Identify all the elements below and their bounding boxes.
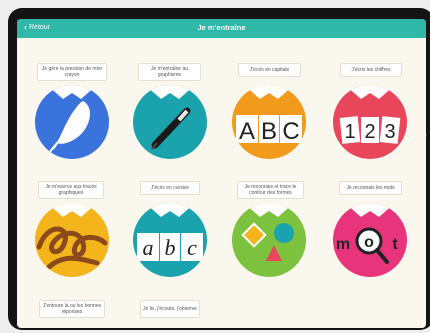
letter-C: C [282,118,299,145]
cursive-b: b [165,235,176,260]
digit-3: 3 [384,121,395,143]
digit-2: 2 [364,121,375,143]
activity-label-bonnes-reponses[interactable]: J'entoure la ou les bonnes réponses [39,300,105,318]
activity-label-chiffres: J'écris les chiffres [340,63,402,77]
activity-formes-button[interactable] [232,203,306,277]
activity-mots-button[interactable]: m o t [333,203,407,277]
rope-loops-icon [35,203,109,277]
magnifier-word-icon: m o t [333,203,407,277]
activity-pression-button[interactable] [35,85,109,159]
activity-label-lis-ecoute[interactable]: Je lis, j'écoute, j'observe [140,300,200,318]
cursive-c: c [187,235,197,260]
activity-label-cursive: J'écris en cursive [140,181,200,195]
activity-traces-button[interactable] [35,203,109,277]
activity-label-traces: Je m'exerce aux tracés graphiques [38,181,104,199]
feather-icon [35,85,109,159]
app-screen: ‹ Retour Je m'entraîne Je gère la pressi… [17,19,426,328]
pen-icon [133,85,207,159]
cursive-a: a [143,235,154,260]
page-title: Je m'entraîne [197,23,246,32]
letter-A: A [239,118,255,145]
activity-cursive-button[interactable]: a b c [133,203,207,277]
activity-capitale-button[interactable]: A B C [232,85,306,159]
word-letter-o: o [364,234,374,251]
letter-B: B [261,118,277,145]
digit-1: 1 [344,121,355,143]
activity-label-mots: Je reconnais les mots [339,181,402,195]
activity-label-formes: Je reconnais et trace le contour des for… [237,181,304,199]
word-letter-t: t [392,236,398,253]
word-letter-m: m [336,236,350,253]
activity-label-pression: Je gère la pression de mon crayon [37,63,107,81]
numbers-icon: 1 2 3 [333,85,407,159]
activity-label-capitale: J'écris en capitale [238,63,301,77]
activity-graphisme-button[interactable] [133,85,207,159]
activity-chiffres-button[interactable]: 1 2 3 [333,85,407,159]
abc-capital-icon: A B C [232,85,306,159]
activity-label-graphisme: Je m'entraîne au graphisme [138,63,201,81]
abc-cursive-icon: a b c [133,203,207,277]
shapes-icon [232,203,306,277]
navigation-bar: ‹ Retour Je m'entraîne [17,19,426,38]
